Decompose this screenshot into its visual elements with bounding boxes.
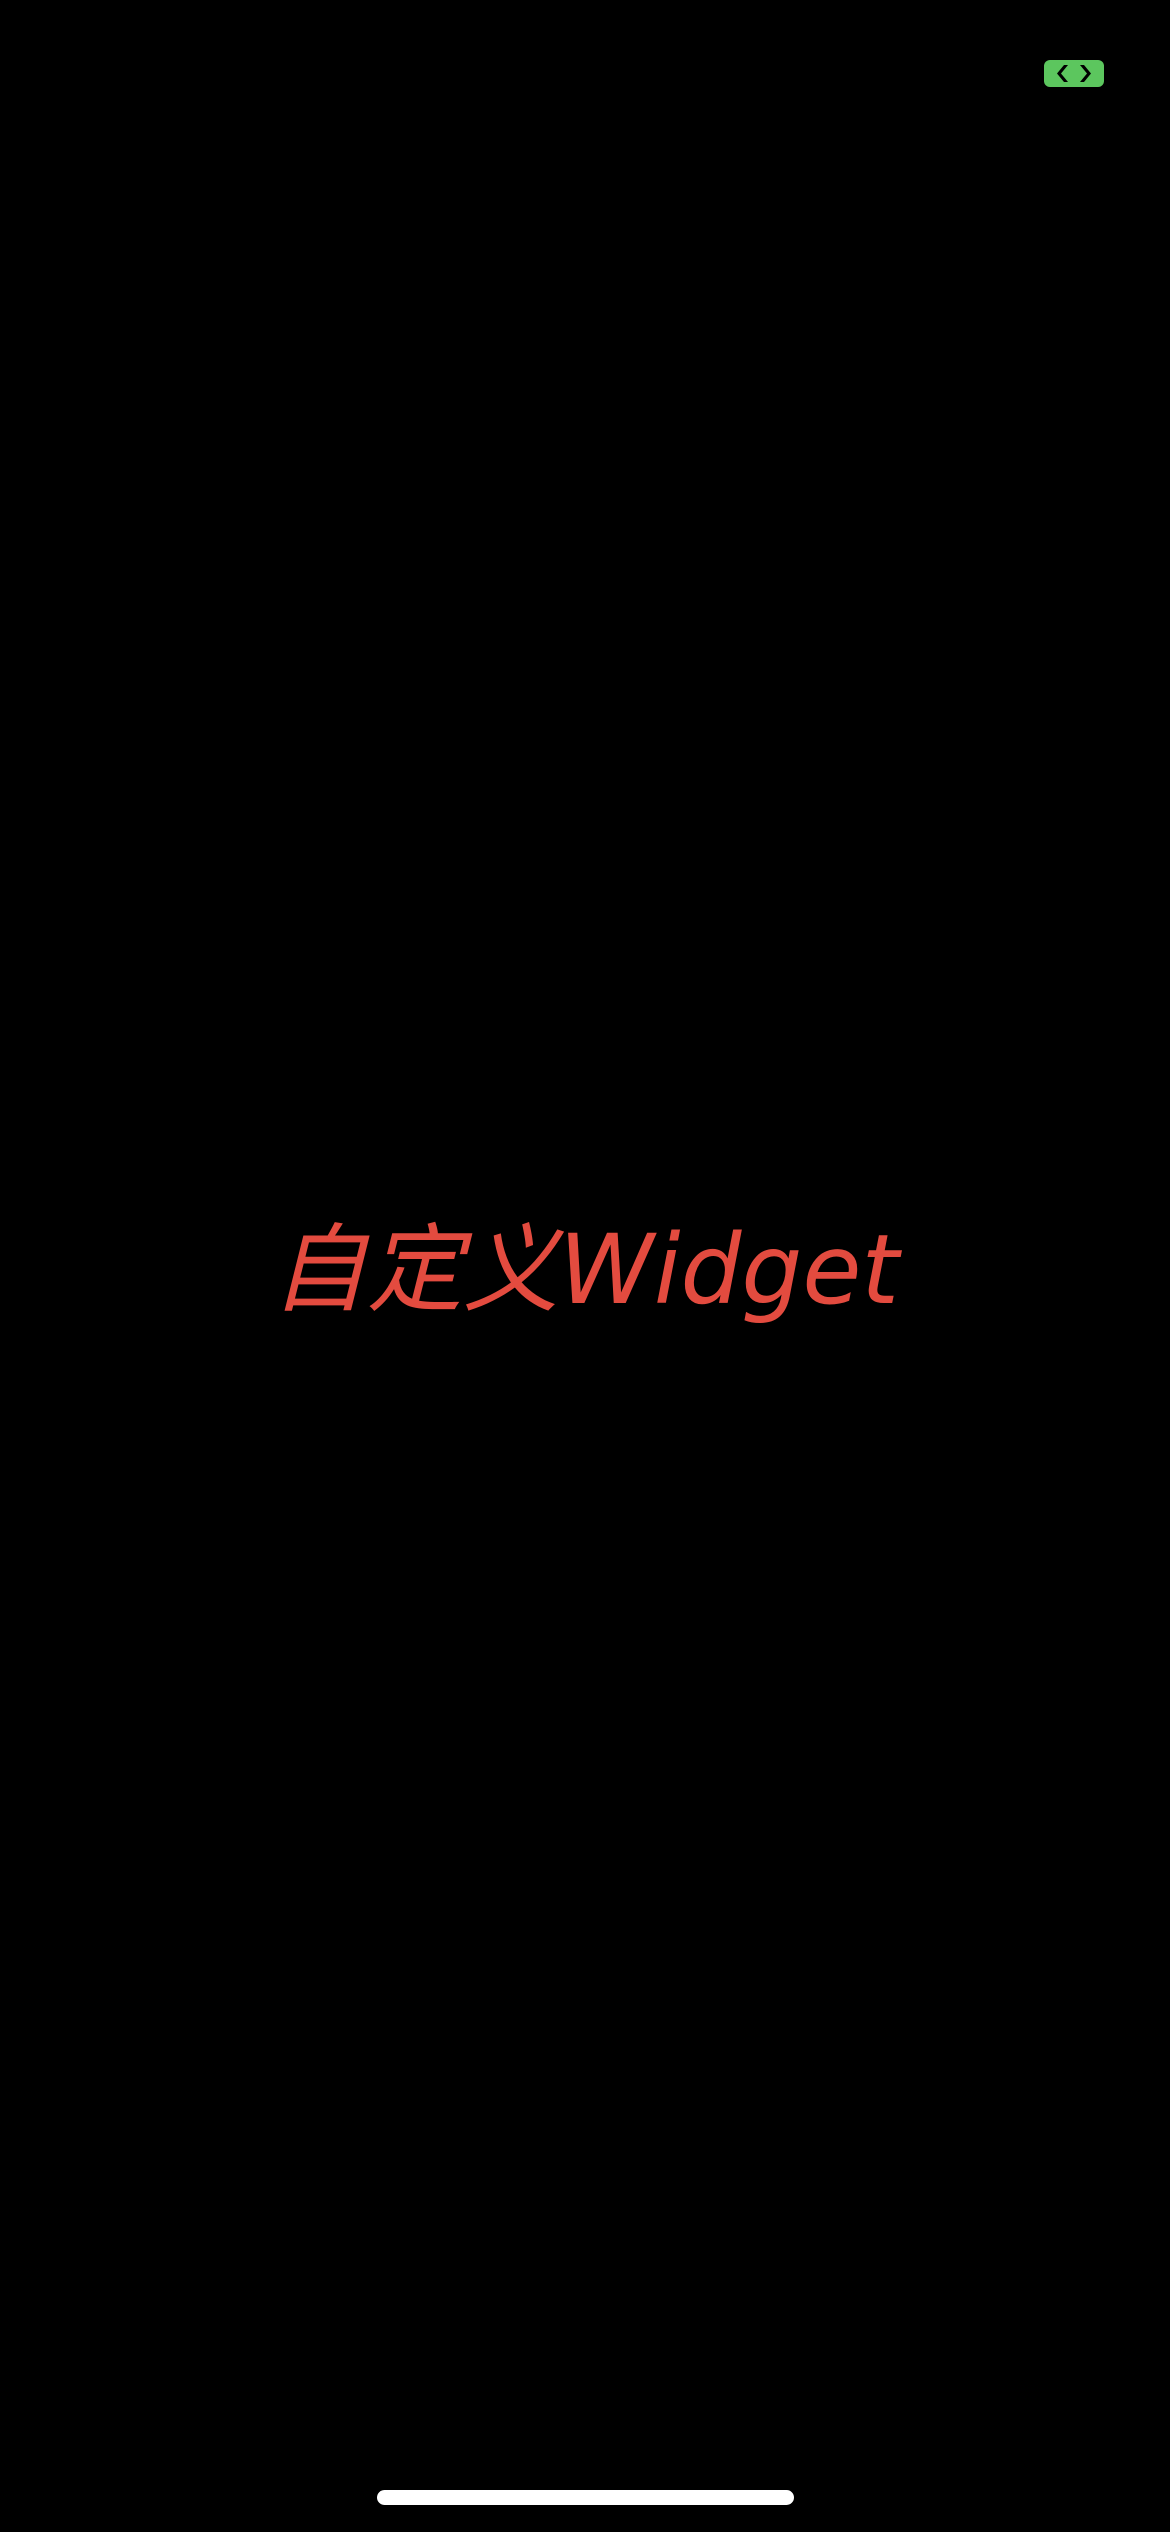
custom-widget-title: 自定义Widget — [270, 1214, 900, 1326]
app-screen: 自定义Widget — [0, 0, 1170, 2532]
privacy-indicator-svg — [1044, 60, 1104, 87]
home-indicator-bar[interactable] — [377, 2490, 794, 2505]
privacy-indicator-icon — [1044, 60, 1104, 87]
